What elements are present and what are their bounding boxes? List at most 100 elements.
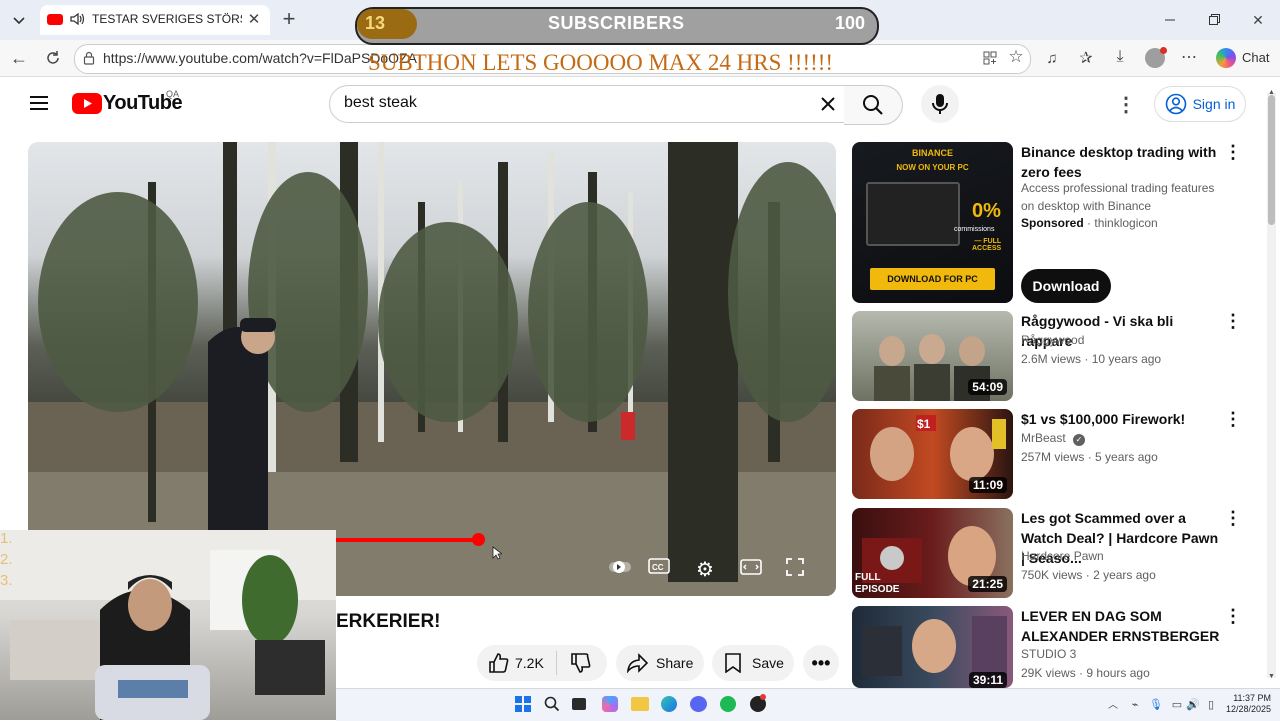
volume-icon[interactable]: 🔊	[1186, 697, 1200, 711]
display-tray-icon[interactable]: ▭	[1170, 697, 1184, 711]
video-menu-kebab-icon[interactable]: ⋮	[1224, 311, 1242, 332]
favorite-star-icon[interactable]: ☆	[1007, 47, 1025, 66]
video-frame-forest	[28, 142, 836, 596]
clock-date: 12/28/2025	[1226, 704, 1272, 714]
search-input[interactable]: best steak	[344, 94, 417, 112]
upload-age: 5 years ago	[1095, 450, 1158, 464]
close-window-icon[interactable]: ✕	[1248, 10, 1268, 30]
video-player[interactable]: CC ⚙	[28, 142, 836, 596]
search-button[interactable]	[844, 85, 903, 125]
more-menu-icon[interactable]: ⋯	[1179, 47, 1199, 67]
dislike-button[interactable]	[569, 652, 591, 674]
upload-age: 10 years ago	[1091, 352, 1162, 366]
downloads-icon[interactable]: ⤓	[1110, 47, 1130, 67]
recording-indicator-dot	[760, 694, 766, 700]
like-button[interactable]: 7.2K	[487, 652, 544, 674]
ad-description: Access professional trading features on …	[1021, 181, 1215, 213]
video-thumbnail[interactable]: FULL EPISODE 21:25	[852, 508, 1013, 598]
video-menu-kebab-icon[interactable]: ⋮	[1224, 409, 1242, 430]
video-duration: 11:09	[968, 477, 1007, 493]
share-button[interactable]: Share	[616, 645, 704, 681]
settings-kebab-icon[interactable]: ⋮	[1116, 93, 1136, 116]
network-icon[interactable]: ⌁	[1128, 697, 1142, 711]
video-thumbnail[interactable]: 54:09	[852, 311, 1013, 401]
progress-scrubber[interactable]	[472, 533, 485, 546]
system-clock[interactable]: 11:37 PM 12/28/2025	[1226, 693, 1271, 715]
reload-icon[interactable]	[42, 47, 64, 69]
minimize-window-icon[interactable]	[1160, 10, 1180, 30]
mouse-cursor-icon	[492, 546, 504, 560]
channel-name-row: MrBeast ✓	[1021, 429, 1086, 447]
svg-text:CC: CC	[652, 563, 664, 572]
voice-search-button[interactable]	[921, 85, 959, 123]
channel-name[interactable]: Råggywood	[1021, 331, 1084, 349]
ad-thumbnail[interactable]: BINANCE NOW ON YOUR PC 0% commissions — …	[852, 142, 1013, 303]
sign-in-label: Sign in	[1192, 96, 1236, 112]
show-hidden-icons-icon[interactable]: ︿	[1107, 697, 1119, 711]
save-button[interactable]: Save	[712, 645, 794, 681]
app-available-icon[interactable]	[981, 49, 999, 67]
copilot-icon[interactable]	[1216, 48, 1236, 68]
video-thumbnail[interactable]: $1 11:09	[852, 409, 1013, 499]
subscriber-count: 13	[365, 13, 386, 33]
settings-gear-icon[interactable]: ⚙	[694, 558, 716, 581]
audio-playing-icon[interactable]	[68, 10, 86, 28]
sign-in-button[interactable]: Sign in	[1154, 86, 1246, 122]
recommended-video-title[interactable]: $1 vs $100,000 Firework!	[1021, 409, 1221, 429]
channel-name[interactable]: MrBeast	[1021, 431, 1066, 445]
theater-mode-icon[interactable]	[740, 559, 764, 579]
video-stats: 2.6M views · 10 years ago	[1021, 350, 1161, 368]
discord-icon[interactable]	[690, 696, 707, 712]
ad-thumb-brand: BINANCE	[911, 148, 953, 158]
task-view-icon[interactable]	[572, 698, 586, 710]
maximize-window-icon[interactable]	[1204, 10, 1224, 30]
scroll-down-icon[interactable]: ▼	[1266, 672, 1277, 680]
battery-icon[interactable]: ▯	[1204, 697, 1218, 711]
captions-icon[interactable]: CC	[648, 558, 672, 578]
taskbar-search-icon[interactable]	[543, 695, 561, 713]
chat-label[interactable]: Chat	[1242, 50, 1269, 65]
spotify-icon[interactable]	[720, 696, 736, 712]
overlay-list-item: 2.	[0, 551, 13, 568]
media-control-icon[interactable]: ♫	[1042, 48, 1062, 68]
file-explorer-icon[interactable]	[631, 697, 649, 711]
scroll-up-icon[interactable]: ▲	[1266, 88, 1277, 96]
video-title: ERKERIER!	[336, 611, 441, 632]
channel-name[interactable]: Hardcore Pawn	[1021, 547, 1104, 565]
like-dislike-group: 7.2K	[477, 645, 607, 681]
ad-download-button[interactable]: Download	[1021, 269, 1111, 303]
ad-title[interactable]: Binance desktop trading with zero fees	[1021, 142, 1221, 182]
channel-name[interactable]: STUDIO 3	[1021, 645, 1076, 663]
ad-monitor-image	[866, 182, 960, 246]
back-icon[interactable]: ←	[8, 47, 30, 69]
new-tab-icon[interactable]: +	[278, 6, 300, 31]
favorites-icon[interactable]: ✰	[1076, 48, 1096, 68]
meta-separator: ·	[1085, 568, 1094, 582]
hamburger-menu-icon[interactable]	[28, 93, 50, 113]
site-info-icon[interactable]	[81, 50, 97, 66]
overlay-list: 1. 2. 3.	[0, 528, 13, 591]
windows-start-icon[interactable]	[515, 696, 531, 712]
ad-menu-kebab-icon[interactable]: ⋮	[1224, 142, 1242, 163]
video-thumbnail[interactable]: 39:11	[852, 606, 1013, 688]
like-count: 7.2K	[515, 655, 544, 671]
thumbs-down-icon	[571, 653, 591, 673]
video-menu-kebab-icon[interactable]: ⋮	[1224, 606, 1242, 627]
microphone-tray-icon[interactable]: 🎙	[1149, 697, 1163, 711]
close-tab-icon[interactable]: ✕	[246, 10, 262, 28]
fullscreen-icon[interactable]	[786, 558, 808, 580]
ad-advertiser: thinklogicon	[1094, 216, 1158, 230]
edge-browser-icon[interactable]	[661, 696, 677, 712]
progress-bar-played[interactable]	[336, 538, 478, 542]
recommended-video-title[interactable]: LEVER EN DAG SOM ALEXANDER ERNSTBERGER	[1021, 606, 1221, 646]
autoplay-toggle-icon[interactable]	[608, 559, 632, 579]
tab-list-icon[interactable]	[8, 9, 30, 31]
youtube-logo-icon[interactable]	[72, 93, 102, 114]
scrollbar-thumb[interactable]	[1268, 95, 1275, 225]
copilot-taskbar-icon[interactable]	[602, 696, 618, 712]
ad-thumb-commissions: commissions	[954, 226, 995, 233]
video-menu-kebab-icon[interactable]: ⋮	[1224, 508, 1242, 529]
clear-search-icon[interactable]	[817, 93, 839, 115]
more-actions-button[interactable]: •••	[803, 645, 839, 681]
overlay-list-item: 3.	[0, 572, 13, 589]
